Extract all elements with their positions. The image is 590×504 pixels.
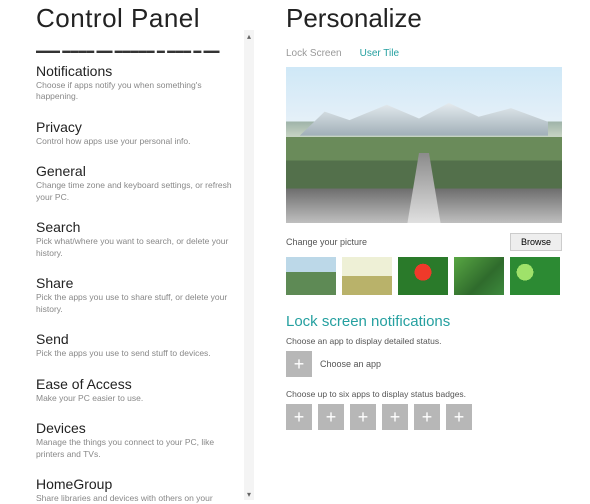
item-desc: Share libraries and devices with others … (36, 493, 234, 504)
badge-slot-1[interactable]: + (286, 404, 312, 430)
item-desc: Change time zone and keyboard settings, … (36, 180, 234, 203)
truncated-prev-item: ▬▬▬ ▬▬▬▬ ▬▬ ▬▬▬▬▬ ▬ ▬▬▬ ▬ ▬▬ (36, 46, 234, 55)
sidebar: Control Panel ▬▬▬ ▬▬▬▬ ▬▬ ▬▬▬▬▬ ▬ ▬▬▬ ▬ … (0, 0, 254, 504)
scroll-up-icon[interactable]: ▴ (244, 30, 254, 42)
sidebar-item-send[interactable]: Send Pick the apps you use to send stuff… (36, 331, 234, 359)
tab-lock-screen[interactable]: Lock Screen (286, 48, 342, 59)
tab-user-tile[interactable]: User Tile (360, 48, 399, 59)
sidebar-item-search[interactable]: Search Pick what/where you want to searc… (36, 219, 234, 259)
item-title: General (36, 163, 234, 179)
thumbnail-1[interactable] (286, 257, 336, 295)
thumbnail-2[interactable] (342, 257, 392, 295)
item-desc: Control how apps use your personal info. (36, 136, 234, 147)
badge-slot-4[interactable]: + (382, 404, 408, 430)
item-desc: Manage the things you connect to your PC… (36, 437, 234, 460)
main-panel: Personalize Lock Screen User Tile Change… (254, 0, 590, 504)
item-desc: Choose if apps notify you when something… (36, 80, 234, 103)
badge-slot-3[interactable]: + (350, 404, 376, 430)
item-desc: Pick the apps you use to share stuff, or… (36, 292, 234, 315)
sidebar-item-ease-of-access[interactable]: Ease of Access Make your PC easier to us… (36, 376, 234, 404)
scroll-down-icon[interactable]: ▾ (244, 488, 254, 500)
sidebar-item-general[interactable]: General Change time zone and keyboard se… (36, 163, 234, 203)
item-title: Search (36, 219, 234, 235)
sidebar-item-homegroup[interactable]: HomeGroup Share libraries and devices wi… (36, 476, 234, 504)
item-desc: Pick what/where you want to search, or d… (36, 236, 234, 259)
item-title: Share (36, 275, 234, 291)
item-title: Notifications (36, 63, 234, 79)
thumbnail-4[interactable] (454, 257, 504, 295)
item-title: Send (36, 331, 234, 347)
thumbnail-5[interactable] (510, 257, 560, 295)
item-title: HomeGroup (36, 476, 234, 492)
change-picture-label: Change your picture (286, 237, 367, 247)
personalize-tabs: Lock Screen User Tile (286, 48, 572, 59)
browse-button[interactable]: Browse (510, 233, 562, 251)
item-title: Ease of Access (36, 376, 234, 392)
change-picture-row: Change your picture Browse (286, 233, 562, 251)
sidebar-item-privacy[interactable]: Privacy Control how apps use your person… (36, 119, 234, 147)
thumbnail-3[interactable] (398, 257, 448, 295)
sidebar-item-notifications[interactable]: Notifications Choose if apps notify you … (36, 63, 234, 103)
sidebar-scroll[interactable]: Control Panel ▬▬▬ ▬▬▬▬ ▬▬ ▬▬▬▬▬ ▬ ▬▬▬ ▬ … (0, 0, 254, 504)
detailed-status-picker: + Choose an app (286, 351, 572, 377)
picture-thumbnails (286, 257, 562, 295)
badge-caption: Choose up to six apps to display status … (286, 389, 572, 399)
sidebar-title: Control Panel (36, 3, 234, 34)
detailed-status-caption: Choose an app to display detailed status… (286, 336, 572, 346)
sidebar-item-share[interactable]: Share Pick the apps you use to share stu… (36, 275, 234, 315)
badge-slot-5[interactable]: + (414, 404, 440, 430)
page-title: Personalize (286, 3, 572, 34)
sidebar-scrollbar[interactable]: ▴ ▾ (244, 30, 254, 500)
item-title: Privacy (36, 119, 234, 135)
notifications-header: Lock screen notifications (286, 313, 572, 330)
add-detailed-app-button[interactable]: + (286, 351, 312, 377)
mountain-icon (300, 101, 548, 135)
item-desc: Pick the apps you use to send stuff to d… (36, 348, 234, 359)
badge-slots: + + + + + + (286, 404, 572, 430)
badge-slot-2[interactable]: + (318, 404, 344, 430)
sidebar-item-devices[interactable]: Devices Manage the things you connect to… (36, 420, 234, 460)
item-desc: Make your PC easier to use. (36, 393, 234, 404)
choose-app-label: Choose an app (320, 359, 381, 369)
app-root: Control Panel ▬▬▬ ▬▬▬▬ ▬▬ ▬▬▬▬▬ ▬ ▬▬▬ ▬ … (0, 0, 590, 504)
item-title: Devices (36, 420, 234, 436)
lock-screen-preview (286, 67, 562, 223)
badge-slot-6[interactable]: + (446, 404, 472, 430)
